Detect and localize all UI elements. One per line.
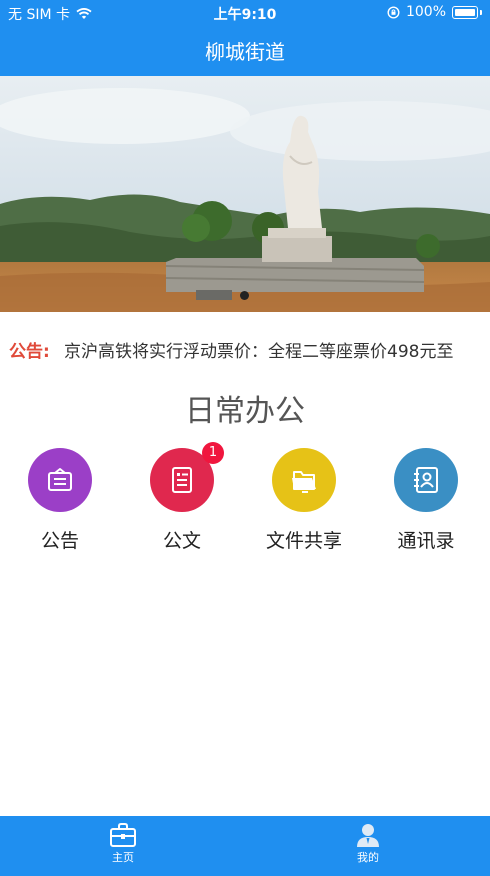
carousel-dot-active[interactable] [240, 291, 249, 300]
grid-item-label: 通讯录 [397, 530, 455, 552]
tab-label: 主页 [112, 851, 134, 864]
tab-label: 我的 [357, 851, 379, 864]
section-title: 日常办公 [185, 394, 305, 429]
contacts-icon [414, 467, 438, 493]
battery-tip [480, 9, 482, 15]
document-icon-circle: 1 [150, 442, 224, 512]
grid-item-label: 公文 [162, 530, 201, 552]
tab-mine[interactable]: 我的 [318, 822, 418, 865]
folder-share-icon-circle [272, 448, 336, 512]
grid-item-label: 文件共享 [265, 530, 342, 552]
folder-share-icon [292, 471, 316, 493]
battery-percent: 100% [405, 4, 446, 20]
orientation-lock-icon [387, 5, 400, 19]
user-icon [357, 824, 379, 847]
unread-badge: 1 [202, 442, 224, 464]
grid-item-label: 公告 [40, 530, 79, 552]
contacts-icon-circle [394, 448, 458, 512]
grid-item-file-share[interactable]: 文件共享 [244, 448, 364, 553]
notice-text[interactable]: 京沪高铁将实行浮动票价：全程二等座票价498元至 [64, 337, 453, 362]
notice-label: 公告: [9, 342, 50, 362]
announcement-icon [48, 468, 72, 491]
function-grid: 公告 1 公文 文件共享 通讯录 [0, 442, 490, 558]
notice-marquee[interactable]: 公告: 京沪高铁将实行浮动票价：全程二等座票价498元至 [0, 330, 490, 364]
page-title: 柳城街道 [205, 40, 285, 64]
announcement-icon-circle [28, 448, 92, 512]
banner-carousel[interactable] [0, 76, 490, 312]
banner-image [0, 76, 490, 312]
grid-item-contacts[interactable]: 通讯录 [366, 448, 486, 553]
status-right: 100% [387, 4, 482, 20]
briefcase-icon [110, 823, 136, 847]
app-header: 无 SIM 卡 上午9:10 100% 柳城街道 [0, 0, 490, 76]
battery-icon [452, 5, 478, 19]
tab-bar: 主页 我的 [0, 816, 490, 876]
document-icon [172, 467, 192, 493]
grid-item-announcement[interactable]: 公告 [0, 448, 120, 553]
grid-item-document[interactable]: 1 公文 [122, 442, 242, 553]
tab-home[interactable]: 主页 [73, 822, 173, 865]
status-bar: 无 SIM 卡 上午9:10 100% [0, 0, 490, 26]
